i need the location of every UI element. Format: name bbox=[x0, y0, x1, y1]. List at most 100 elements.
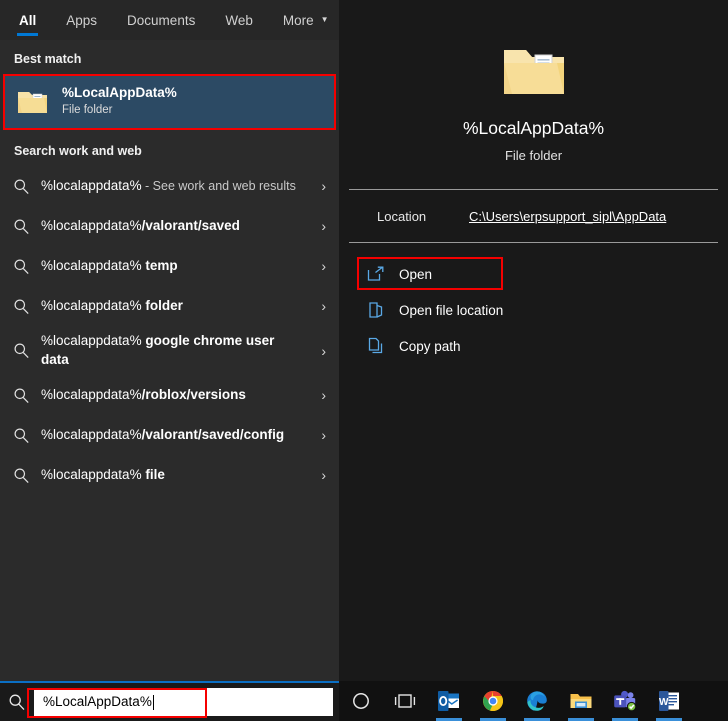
tab-apps[interactable]: Apps bbox=[51, 0, 112, 40]
suggestion-item[interactable]: %localappdata%/valorant/saved › bbox=[0, 206, 339, 246]
taskbar-cortana-icon[interactable] bbox=[339, 681, 383, 721]
location-link[interactable]: C:\Users\erpsupport_sipl\AppData bbox=[469, 209, 666, 224]
best-match-wrap: %LocalAppData% File folder bbox=[0, 74, 339, 130]
taskbar-word-icon[interactable]: W bbox=[647, 681, 691, 721]
chevron-right-icon[interactable]: › bbox=[308, 387, 326, 403]
suggestion-prefix: %localappdata% bbox=[41, 217, 142, 233]
folder-open-location-icon bbox=[367, 301, 393, 319]
suggestion-suffix: temp bbox=[141, 257, 178, 273]
tab-label: More bbox=[282, 12, 314, 28]
search-icon bbox=[13, 298, 37, 315]
action-copy-path-button[interactable]: Copy path bbox=[339, 328, 728, 364]
best-match-text: %LocalAppData% File folder bbox=[62, 85, 177, 118]
folder-icon bbox=[500, 38, 568, 102]
search-icon bbox=[13, 427, 37, 444]
suggestion-list: %localappdata% - See work and web result… bbox=[0, 166, 339, 681]
suggestion-suffix: file bbox=[141, 466, 165, 482]
svg-text:W: W bbox=[659, 697, 669, 708]
action-open-file-location-button[interactable]: Open file location bbox=[339, 292, 728, 328]
preview-title: %LocalAppData% bbox=[462, 118, 605, 138]
action-label: Copy path bbox=[399, 338, 461, 354]
suggestion-label: %localappdata% - See work and web result… bbox=[37, 171, 308, 202]
suggestion-item[interactable]: %localappdata% - See work and web result… bbox=[0, 166, 339, 206]
suggestion-suffix: - See work and web results bbox=[141, 178, 296, 193]
suggestion-suffix: /roblox/versions bbox=[141, 386, 246, 402]
suggestion-prefix: %localappdata% bbox=[41, 177, 142, 193]
taskbar: %LocalAppData% W bbox=[0, 681, 728, 721]
suggestion-item[interactable]: %localappdata% google chrome user data › bbox=[0, 326, 339, 375]
search-results-panel: All Apps Documents Web More ▼ Best match bbox=[0, 0, 715, 681]
suggestion-label: %localappdata% temp bbox=[37, 251, 308, 282]
tab-label: Web bbox=[225, 12, 253, 28]
taskbar-chrome-icon[interactable] bbox=[471, 681, 515, 721]
best-match-subtitle: File folder bbox=[62, 104, 113, 117]
suggestion-label: %localappdata%/valorant/saved bbox=[37, 211, 308, 242]
search-icon bbox=[13, 218, 37, 235]
suggestion-suffix: /valorant/saved/config bbox=[141, 426, 285, 442]
tab-label: Documents bbox=[127, 12, 196, 28]
suggestion-label: %localappdata%/roblox/versions bbox=[37, 380, 308, 411]
open-external-icon bbox=[367, 266, 393, 282]
suggestion-item[interactable]: %localappdata% folder › bbox=[0, 286, 339, 326]
text-caret bbox=[152, 694, 154, 710]
tab-all[interactable]: All bbox=[4, 0, 51, 40]
chevron-right-icon[interactable]: › bbox=[308, 427, 326, 443]
search-flyout: All Apps Documents Web More ▼ Best match bbox=[0, 0, 728, 681]
action-label: Open file location bbox=[399, 302, 504, 318]
filter-tabbar: All Apps Documents Web More ▼ bbox=[0, 0, 715, 40]
tab-documents[interactable]: Documents bbox=[112, 0, 210, 40]
suggestion-item[interactable]: %localappdata%/valorant/saved/config › bbox=[0, 415, 339, 455]
preview-panel: %LocalAppData% File folder Location C:\U… bbox=[339, 0, 728, 681]
chevron-down-icon: ▼ bbox=[320, 15, 329, 24]
suggestion-prefix: %localappdata% bbox=[41, 426, 142, 442]
suggestion-label: %localappdata% folder bbox=[37, 291, 308, 322]
suggestion-prefix: %localappdata% bbox=[41, 333, 142, 348]
tab-more[interactable]: More ▼ bbox=[268, 0, 344, 40]
suggestion-label: %localappdata% google chrome user data bbox=[37, 326, 308, 375]
action-open-button[interactable]: Open bbox=[339, 256, 728, 292]
tab-label: Apps bbox=[66, 12, 98, 28]
folder-icon bbox=[16, 85, 50, 119]
chevron-right-icon[interactable]: › bbox=[308, 258, 326, 274]
taskbar-search-area: %LocalAppData% bbox=[0, 681, 339, 721]
action-label: Open bbox=[399, 266, 433, 282]
best-match-heading: Best match bbox=[14, 52, 82, 66]
best-match-title: %LocalAppData% bbox=[62, 85, 177, 101]
chevron-right-icon[interactable]: › bbox=[308, 343, 326, 359]
search-icon bbox=[13, 342, 37, 359]
suggestion-suffix: folder bbox=[141, 297, 183, 313]
chevron-right-icon[interactable]: › bbox=[308, 467, 326, 483]
suggestion-item[interactable]: %localappdata% file › bbox=[0, 455, 339, 495]
taskbar-outlook-icon[interactable] bbox=[427, 681, 471, 721]
taskbar-edge-icon[interactable] bbox=[515, 681, 559, 721]
search-work-web-heading: Search work and web bbox=[14, 144, 142, 158]
chevron-right-icon[interactable]: › bbox=[308, 218, 326, 234]
search-input-value: %LocalAppData% bbox=[43, 694, 152, 710]
suggestion-item[interactable]: %localappdata% temp › bbox=[0, 246, 339, 286]
tab-web[interactable]: Web bbox=[210, 0, 268, 40]
copy-icon bbox=[367, 337, 393, 355]
search-flyout-screen: All Apps Documents Web More ▼ Best match bbox=[0, 0, 728, 721]
preview-header: %LocalAppData% File folder bbox=[339, 0, 728, 163]
search-icon bbox=[13, 178, 37, 195]
suggestion-prefix: %localappdata% bbox=[41, 257, 142, 273]
taskbar-file-explorer-icon[interactable] bbox=[559, 681, 603, 721]
suggestion-label: %localappdata%/valorant/saved/config bbox=[37, 420, 308, 451]
suggestion-label: %localappdata% file bbox=[37, 460, 308, 491]
suggestion-prefix: %localappdata% bbox=[41, 386, 142, 402]
taskbar-task-view-icon[interactable] bbox=[383, 681, 427, 721]
chevron-right-icon[interactable]: › bbox=[308, 298, 326, 314]
tab-label: All bbox=[19, 12, 37, 28]
chevron-right-icon[interactable]: › bbox=[308, 178, 326, 194]
suggestion-prefix: %localappdata% bbox=[41, 466, 142, 482]
taskbar-teams-icon[interactable] bbox=[603, 681, 647, 721]
suggestion-suffix: /valorant/saved bbox=[141, 217, 240, 233]
search-icon bbox=[13, 387, 37, 404]
search-icon bbox=[0, 693, 34, 711]
search-input[interactable]: %LocalAppData% bbox=[34, 688, 333, 716]
search-icon bbox=[13, 467, 37, 484]
suggestion-prefix: %localappdata% bbox=[41, 297, 142, 313]
location-label: Location bbox=[377, 208, 427, 224]
best-match-row[interactable]: %LocalAppData% File folder bbox=[3, 74, 336, 130]
suggestion-item[interactable]: %localappdata%/roblox/versions › bbox=[0, 375, 339, 415]
